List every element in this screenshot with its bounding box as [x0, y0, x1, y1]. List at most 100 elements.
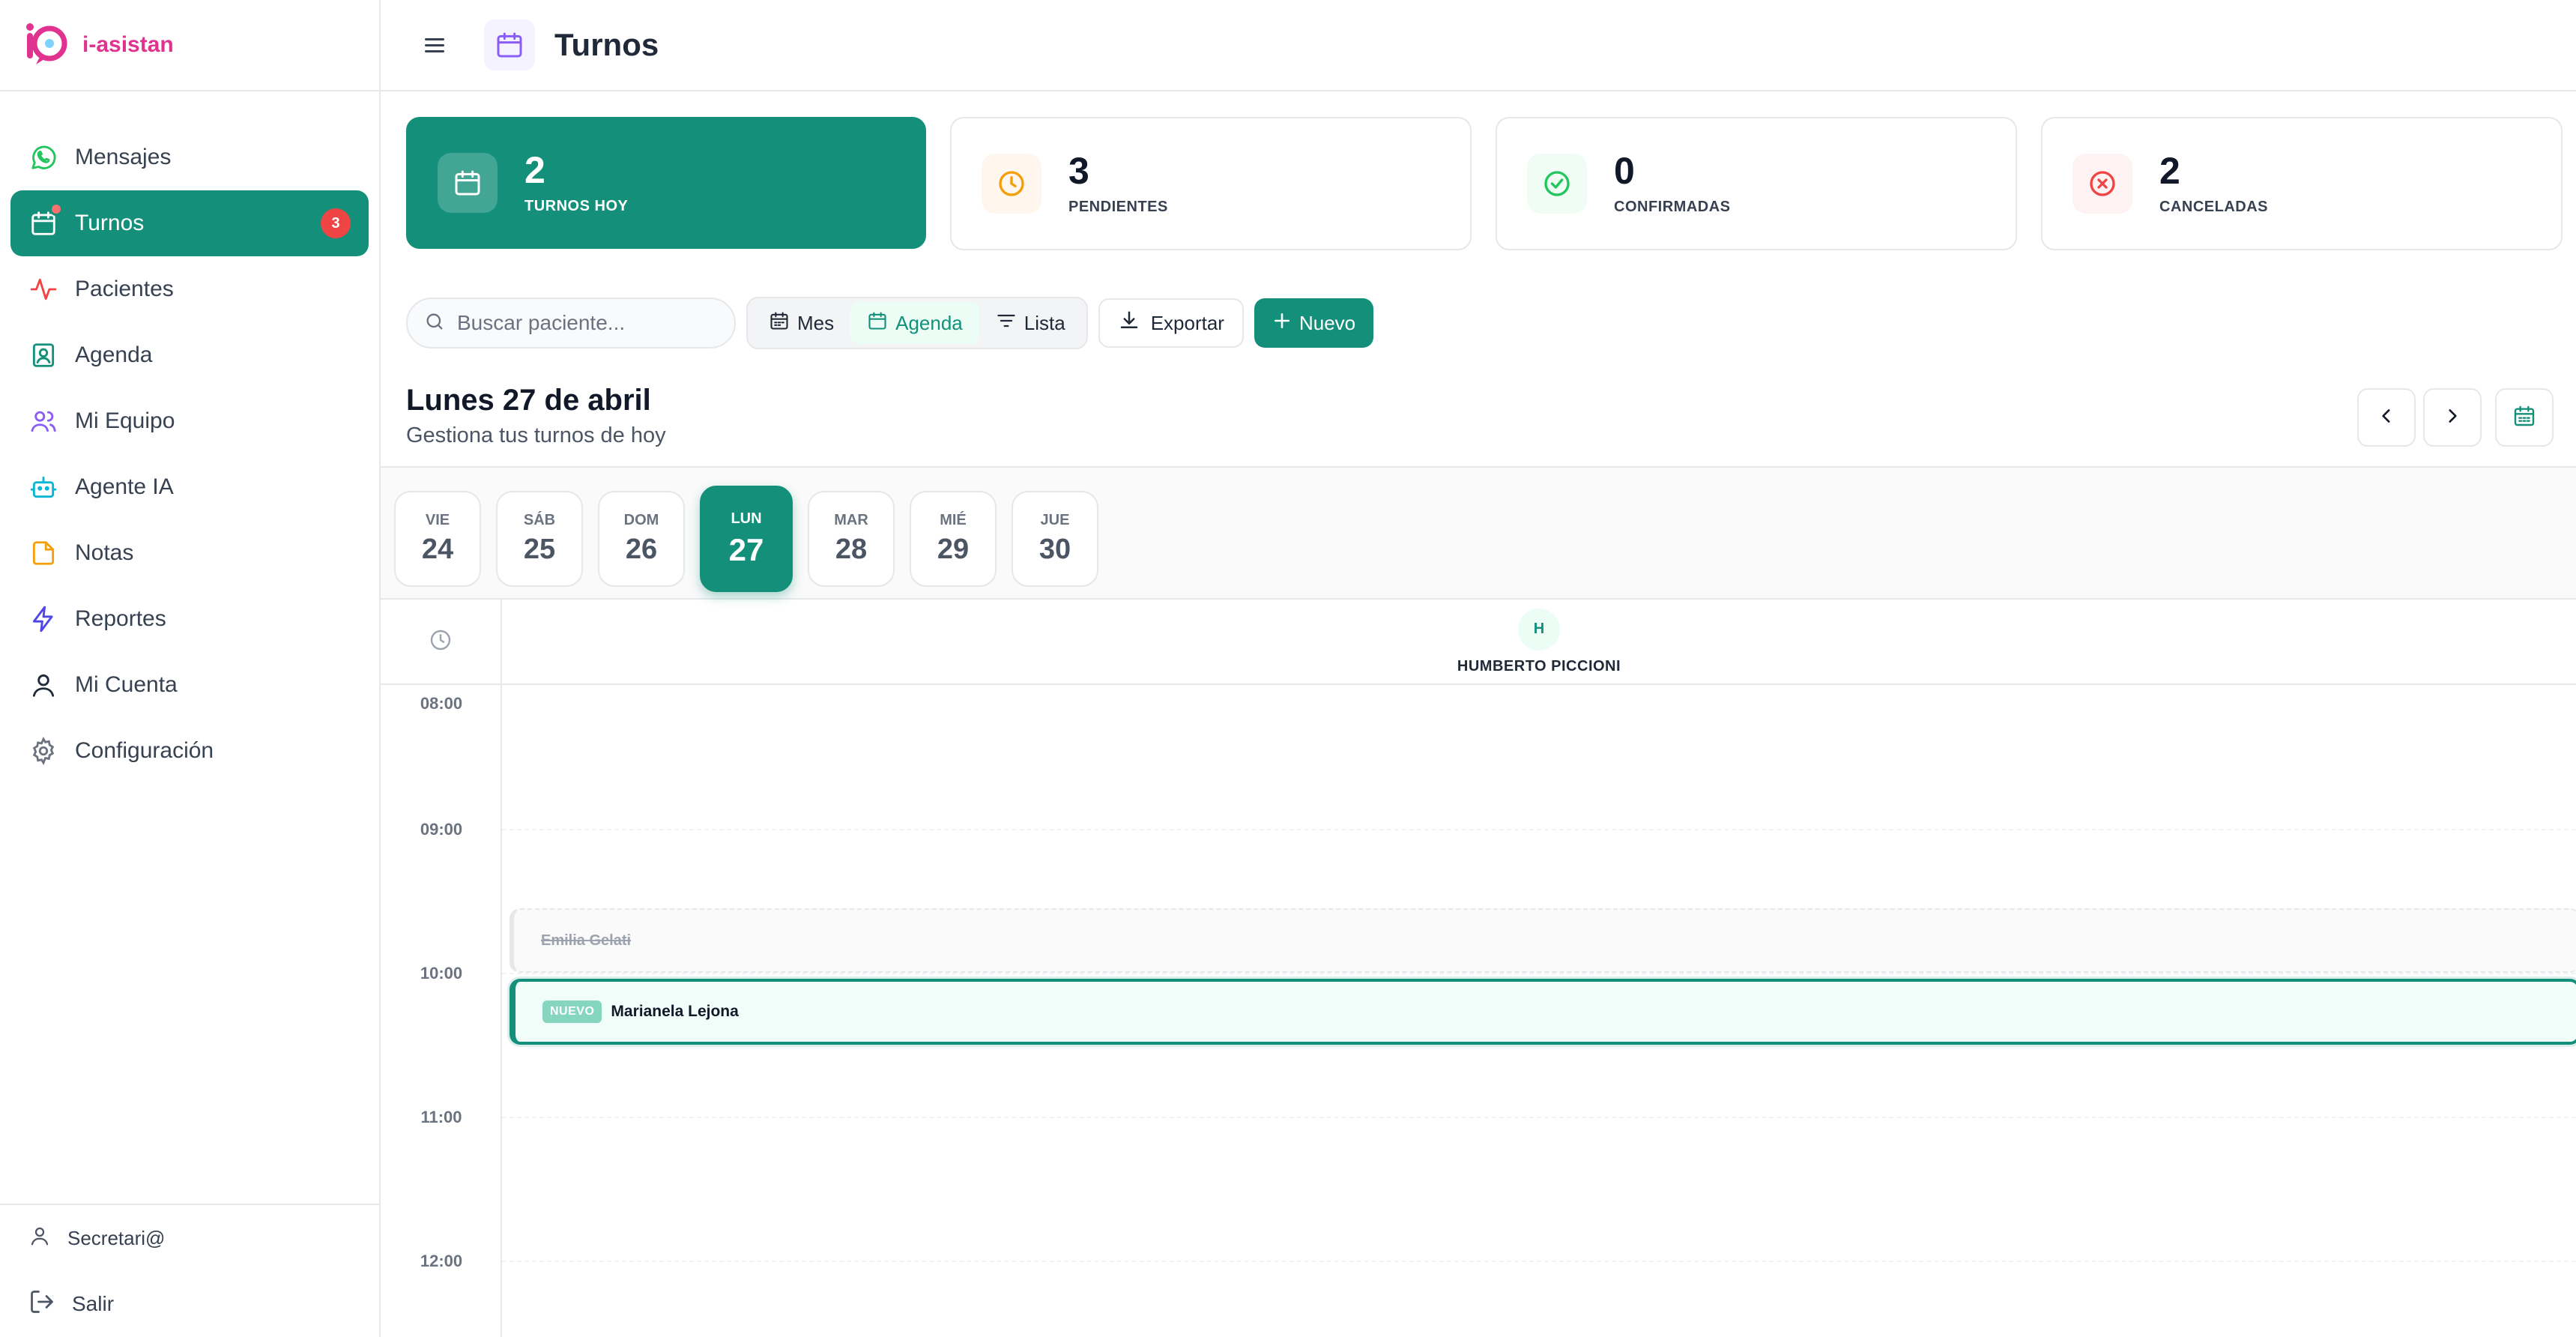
search-input[interactable] — [457, 311, 727, 335]
day-chip[interactable]: SÁB 25 — [496, 491, 583, 587]
brand-name: i-asistan — [82, 32, 174, 57]
view-label: Agenda — [895, 311, 963, 334]
sidebar-item-mensajes[interactable]: Mensajes — [10, 124, 369, 190]
toolbar: Mes Agenda Lista Exportar Nuevo — [406, 297, 1374, 349]
filter-list-icon — [996, 310, 1017, 336]
next-day-button[interactable] — [2423, 388, 2482, 447]
day-chip-selected[interactable]: LUN 27 — [700, 486, 793, 592]
stat-value: 2 — [524, 148, 545, 191]
view-agenda-button[interactable]: Agenda — [850, 302, 979, 344]
professional-header[interactable]: H HUMBERTO PICCIONI — [502, 600, 2576, 685]
date-picker-button[interactable] — [2495, 388, 2554, 447]
stats-row: 2 TURNOS HOY 3 PENDIENTES 0 CONFIRMADAS … — [406, 117, 2563, 250]
menu-icon[interactable] — [420, 30, 450, 60]
time-label: 11:00 — [420, 1108, 462, 1126]
status-badge: NUEVO — [542, 1001, 602, 1023]
clock-icon — [429, 628, 453, 656]
sidebar-item-agente-ia[interactable]: Agente IA — [10, 454, 369, 520]
day-number: 28 — [835, 534, 868, 565]
sidebar-item-pacientes[interactable]: Pacientes — [10, 256, 369, 322]
day-list: VIE 24 SÁB 25 DOM 26 LUN 27 MAR 28 MIÉ 2… — [394, 486, 1098, 592]
hour-divider — [502, 973, 2576, 974]
hour-divider — [502, 829, 2576, 830]
sidebar-item-label: Mensajes — [75, 145, 172, 169]
sidebar-item-mi-cuenta[interactable]: Mi Cuenta — [10, 652, 369, 718]
patient-name: Emilia Gelati — [541, 932, 632, 949]
zap-icon — [28, 604, 58, 634]
stat-card-turnos-hoy[interactable]: 2 TURNOS HOY — [406, 117, 926, 249]
user-name: Secretari@ — [67, 1226, 166, 1249]
day-chip[interactable]: VIE 24 — [394, 491, 481, 587]
day-chip[interactable]: MAR 28 — [808, 491, 895, 587]
day-number: 26 — [625, 534, 658, 565]
count-badge: 3 — [321, 208, 351, 238]
chevron-left-icon — [2377, 406, 2396, 429]
sidebar-item-notas[interactable]: Notas — [10, 520, 369, 586]
day-chip[interactable]: MIÉ 29 — [910, 491, 997, 587]
patient-name: Marianela Lejona — [611, 1003, 739, 1020]
sidebar-item-label: Notas — [75, 540, 134, 565]
schedule-grid: 08:00 09:00 10:00 11:00 12:00 H HUMBERTO… — [381, 600, 2576, 1337]
hour-divider — [502, 1117, 2576, 1118]
day-number: 30 — [1038, 534, 1071, 565]
check-circle-icon — [1527, 154, 1587, 214]
sidebar-item-label: Reportes — [75, 606, 166, 631]
logout-button[interactable]: Salir — [0, 1271, 379, 1337]
stat-label: CONFIRMADAS — [1614, 198, 1731, 215]
appointment-card-new[interactable]: NUEVO Marianela Lejona — [510, 979, 2576, 1045]
users-icon — [28, 406, 58, 436]
export-button[interactable]: Exportar — [1098, 298, 1244, 348]
sidebar-item-label: Agente IA — [75, 474, 174, 499]
sidebar-item-label: Mi Cuenta — [75, 672, 178, 697]
chevron-right-icon — [2443, 406, 2462, 429]
day-title: Lunes 27 de abril — [406, 384, 651, 417]
view-switcher: Mes Agenda Lista — [746, 297, 1088, 349]
sidebar-item-label: Configuración — [75, 738, 214, 763]
day-name: SÁB — [523, 512, 556, 528]
day-name: DOM — [623, 512, 659, 528]
logout-icon — [28, 1288, 55, 1321]
gear-icon — [28, 736, 58, 766]
sidebar-item-configuracion[interactable]: Configuración — [10, 718, 369, 784]
sidebar-item-reportes[interactable]: Reportes — [10, 586, 369, 652]
day-name: LUN — [731, 510, 762, 527]
calendar-icon — [438, 153, 498, 213]
calendar-grid-icon — [2512, 404, 2536, 432]
brand[interactable]: i-asistan — [0, 0, 379, 91]
sidebar-item-agenda[interactable]: Agenda — [10, 322, 369, 388]
sidebar-item-turnos[interactable]: Turnos 3 — [10, 190, 369, 256]
view-lista-button[interactable]: Lista — [979, 302, 1082, 344]
day-chip[interactable]: DOM 26 — [598, 491, 685, 587]
day-name: MAR — [834, 512, 868, 528]
robot-icon — [28, 472, 58, 502]
whatsapp-icon — [28, 142, 58, 172]
view-mes-button[interactable]: Mes — [752, 302, 850, 344]
stat-value: 3 — [1068, 149, 1089, 192]
view-label: Lista — [1024, 311, 1065, 334]
stat-card-pendientes[interactable]: 3 PENDIENTES — [950, 117, 1472, 250]
stat-card-confirmadas[interactable]: 0 CONFIRMADAS — [1496, 117, 2017, 250]
avatar: H — [1518, 608, 1560, 651]
page-title: Turnos — [554, 27, 659, 62]
calendar-icon — [867, 310, 888, 336]
stat-value: 2 — [2159, 149, 2180, 192]
day-number: 27 — [728, 531, 764, 567]
day-name: MIÉ — [940, 512, 967, 528]
appointment-card-cancelled[interactable]: Emilia Gelati — [510, 908, 2576, 973]
note-icon — [28, 538, 58, 568]
current-user[interactable]: Secretari@ — [0, 1205, 379, 1271]
day-name: VIE — [425, 512, 450, 528]
activity-icon — [28, 274, 58, 304]
brand-logo-icon — [22, 21, 70, 69]
logout-label: Salir — [72, 1292, 115, 1315]
search-box[interactable] — [406, 298, 736, 348]
sidebar-footer: Secretari@ Salir — [0, 1204, 379, 1337]
stat-card-canceladas[interactable]: 2 CANCELADAS — [2041, 117, 2563, 250]
top-header: Turnos — [381, 0, 2576, 91]
sidebar-item-mi-equipo[interactable]: Mi Equipo — [10, 388, 369, 454]
day-number: 25 — [523, 534, 556, 565]
previous-day-button[interactable] — [2357, 388, 2416, 447]
day-chip[interactable]: JUE 30 — [1012, 491, 1098, 587]
new-appointment-button[interactable]: Nuevo — [1254, 298, 1374, 348]
stat-label: PENDIENTES — [1068, 198, 1168, 215]
